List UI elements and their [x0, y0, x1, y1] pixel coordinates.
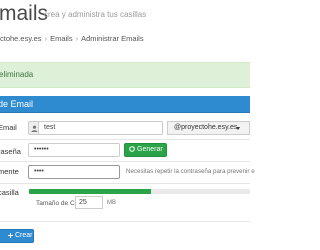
generate-button-label: Generar — [137, 146, 163, 153]
breadcrumb-item-current: Administrar Emails — [81, 34, 144, 43]
row-divider — [0, 161, 250, 162]
mailbox-size-unit: MB — [107, 200, 116, 206]
create-button-label: Crear — [15, 232, 33, 239]
password-label: raseña — [0, 147, 21, 156]
create-button[interactable]: Crear — [0, 229, 34, 243]
panel-title: de Email — [0, 99, 34, 109]
breadcrumb-item-site[interactable]: ctohe.esy.es — [0, 30, 42, 48]
mailbox-size-fill — [29, 189, 151, 194]
email-input[interactable]: test — [38, 121, 163, 135]
page-title: mails — [0, 2, 49, 25]
alert-text: eliminada — [0, 70, 34, 79]
breadcrumb-separator: › — [44, 34, 48, 43]
row-divider — [0, 139, 250, 140]
confirm-label: mente — [0, 167, 19, 176]
mailbox-size-slider[interactable] — [29, 189, 250, 194]
confirm-password-input[interactable]: •••• — [28, 165, 120, 179]
page-subtitle: crea y administra tus casillas — [44, 10, 147, 19]
breadcrumb: ctohe.esy.es › Emails › Administrar Emails — [0, 30, 250, 48]
refresh-icon — [129, 146, 135, 152]
page-header: mails crea y administra tus casillas — [0, 0, 250, 28]
user-icon — [31, 125, 38, 132]
domain-select-value: @proyectohe.esy.es — [174, 124, 238, 131]
email-label: Email — [0, 123, 17, 132]
success-alert: eliminada — [0, 62, 250, 88]
confirm-help-text: Necesitas repetir la contraseña para pre… — [126, 168, 255, 175]
breadcrumb-separator: › — [75, 34, 79, 43]
generate-button[interactable]: Generar — [124, 143, 167, 157]
mailbox-label: casilla — [0, 188, 19, 197]
plus-icon — [8, 232, 13, 238]
panel-heading: de Email — [0, 96, 250, 113]
breadcrumb-item-emails[interactable]: Emails — [50, 30, 73, 48]
chevron-down-icon — [236, 127, 240, 130]
mailbox-size-input[interactable]: 25 — [75, 196, 103, 209]
row-divider — [0, 183, 250, 184]
row-divider — [0, 221, 250, 222]
domain-select[interactable]: @proyectohe.esy.es — [167, 121, 250, 135]
password-input[interactable]: •••••• — [28, 143, 120, 157]
